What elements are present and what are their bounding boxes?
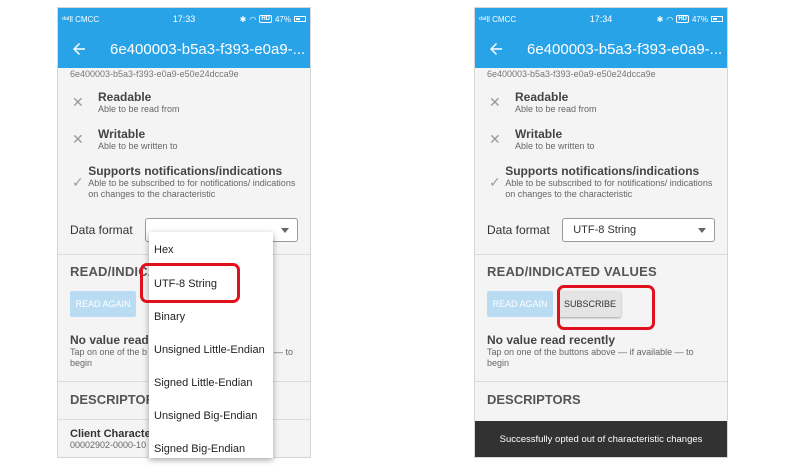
close-icon: ✕ (489, 94, 501, 110)
hd-badge: HD (676, 15, 689, 23)
battery-icon (294, 16, 306, 22)
chevron-down-icon (281, 228, 289, 233)
no-value-desc-end: begin (70, 358, 93, 368)
close-icon: ✕ (72, 131, 84, 147)
app-bar: 6e400003-b5a3-f393-e0a9-... (475, 30, 727, 68)
divider (475, 254, 727, 255)
permission-desc: Able to be read from (98, 104, 180, 114)
status-icons: ✱ ◠ HD 47% (240, 15, 306, 24)
characteristic-uuid: 6e400003-b5a3-f393-e0a9-e50e24dcca9e (70, 69, 239, 79)
status-bar: ᵈᵃᴵll CMCC 17:33 ✱ ◠ HD 47% (58, 8, 310, 30)
hd-badge: HD (259, 15, 272, 23)
read-values-heading: READ/INDICATED VALUES (487, 264, 657, 279)
no-value-title: No value read recently (487, 333, 616, 347)
permission-desc: Able to be subscribed to for notificatio… (88, 178, 296, 199)
dropdown-option-binary[interactable]: Binary (149, 300, 273, 333)
battery-percent: 47% (274, 14, 291, 24)
data-format-row: Data format UTF-8 String (487, 218, 715, 242)
page-title: 6e400003-b5a3-f393-e0a9-... (527, 40, 723, 58)
data-format-label: Data format (487, 223, 550, 237)
app-bar: 6e400003-b5a3-f393-e0a9-... (58, 30, 310, 68)
no-value-desc-text: Tap on one of the b (70, 347, 148, 357)
data-format-select[interactable]: UTF-8 String (562, 218, 715, 242)
check-icon: ✓ (489, 173, 501, 190)
back-arrow-icon[interactable] (70, 40, 88, 58)
status-bar: ᵈᵃᴵll CMCC 17:34 ✱ ◠ HD 47% (475, 8, 727, 30)
dropdown-option-hex[interactable]: Hex (149, 232, 273, 267)
characteristic-uuid: 6e400003-b5a3-f393-e0a9-e50e24dcca9e (487, 69, 656, 79)
no-value-desc: Tap on one of the buttons above — if ava… (487, 347, 694, 368)
divider (475, 381, 727, 382)
check-icon: ✓ (72, 173, 84, 190)
permission-notify: ✓ Supports notifications/indications Able… (487, 164, 715, 200)
data-format-value: UTF-8 String (573, 224, 637, 236)
highlight-subscribe-button (557, 285, 655, 330)
permission-desc: Able to be written to (515, 141, 595, 151)
permission-desc: Able to be subscribed to for notificatio… (505, 178, 713, 199)
dropdown-option-unsigned-big-endian[interactable]: Unsigned Big-Endian (149, 399, 273, 432)
permission-desc: Able to be read from (515, 104, 597, 114)
data-format-label: Data format (70, 223, 133, 237)
permission-title: Readable (98, 90, 152, 104)
chevron-down-icon (698, 228, 706, 233)
dropdown-option-unsigned-little-endian[interactable]: Unsigned Little-Endian (149, 333, 273, 366)
permission-title: Supports notifications/indications (88, 164, 283, 178)
phone-screen-right: ᵈᵃᴵll CMCC 17:34 ✱ ◠ HD 47% 6e400003-b5a… (474, 7, 728, 458)
bluetooth-icon: ✱ (656, 14, 664, 24)
permission-readable: ✕ Readable Able to be read from (70, 90, 298, 115)
highlight-utf8-option (140, 263, 240, 303)
dropdown-option-signed-big-endian[interactable]: Signed Big-Endian (149, 432, 273, 465)
status-icons: ✱ ◠ HD 47% (657, 15, 723, 24)
permission-notify: ✓ Supports notifications/indications Able… (70, 164, 298, 200)
read-again-button[interactable]: READ AGAIN (70, 291, 136, 317)
permission-writable: ✕ Writable Able to be written to (487, 127, 715, 152)
descriptors-heading: DESCRIPTORS (487, 392, 581, 407)
dropdown-option-signed-little-endian[interactable]: Signed Little-Endian (149, 366, 273, 399)
battery-icon (711, 16, 723, 22)
battery-percent: 47% (691, 14, 708, 24)
close-icon: ✕ (72, 94, 84, 110)
permission-title: Supports notifications/indications (505, 164, 700, 178)
wifi-icon: ◠ (666, 14, 674, 24)
back-arrow-icon[interactable] (487, 40, 505, 58)
page-title: 6e400003-b5a3-f393-e0a9-... (110, 40, 306, 58)
permission-title: Writable (98, 127, 146, 141)
close-icon: ✕ (489, 131, 501, 147)
no-value-desc-tail: — to (274, 347, 294, 357)
permission-title: Readable (515, 90, 569, 104)
permission-readable: ✕ Readable Able to be read from (487, 90, 715, 115)
wifi-icon: ◠ (249, 14, 257, 24)
permission-title: Writable (515, 127, 563, 141)
snackbar-toast: Successfully opted out of characteristic… (475, 421, 727, 457)
read-again-button[interactable]: READ AGAIN (487, 291, 553, 317)
permission-writable: ✕ Writable Able to be written to (70, 127, 298, 152)
permission-desc: Able to be written to (98, 141, 178, 151)
bluetooth-icon: ✱ (239, 14, 247, 24)
